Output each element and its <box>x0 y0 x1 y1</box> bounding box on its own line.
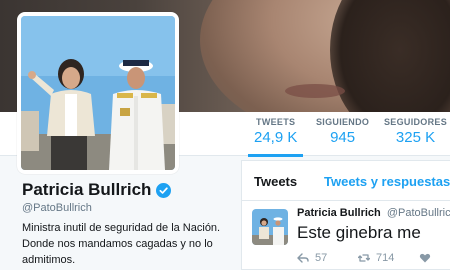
retweet-button[interactable]: 714 <box>358 252 394 264</box>
avatar-photo <box>21 16 175 170</box>
tweet-item[interactable]: Patricia Bullrich @PatoBullrich Este gin… <box>242 202 450 270</box>
timeline: Tweets Tweets y respuestas Patricia Bull… <box>241 160 450 270</box>
tweet-author-handle[interactable]: @PatoBullrich <box>387 207 450 219</box>
bio-line: Ministra inutil de seguridad de la Nació… <box>22 222 221 234</box>
stat-label: TWEETS <box>256 117 296 127</box>
profile-name[interactable]: Patricia Bullrich <box>22 180 151 200</box>
tab-tweets-and-replies[interactable]: Tweets y respuestas <box>324 174 450 189</box>
stat-followers[interactable]: SEGUIDORES 325 K <box>384 117 447 146</box>
bio-line: admitimos. <box>22 254 76 266</box>
profile-bio: Ministra inutil de seguridad de la Nació… <box>22 220 234 268</box>
reply-count: 57 <box>315 252 328 264</box>
tweet-avatar-photo <box>252 209 288 245</box>
tweet-text: Este ginebra me <box>297 223 421 242</box>
verified-badge-icon <box>156 182 172 198</box>
tweet-author-name[interactable]: Patricia Bullrich <box>297 207 381 219</box>
stat-label: SIGUIENDO <box>316 117 370 127</box>
profile-name-row: Patricia Bullrich <box>22 180 172 200</box>
stat-value: 24,9 K <box>254 129 298 146</box>
tweet-actions: 57 714 <box>297 252 450 268</box>
retweet-icon <box>358 254 370 262</box>
stat-following[interactable]: SIGUIENDO 945 <box>316 117 369 146</box>
stat-label: SEGUIDORES <box>384 117 448 127</box>
profile-handle[interactable]: @PatoBullrich <box>22 202 92 214</box>
stat-value: 325 K <box>395 129 436 146</box>
stat-value: 945 <box>330 129 356 146</box>
reply-button[interactable]: 57 <box>297 252 327 264</box>
tweet-avatar[interactable] <box>252 209 288 245</box>
reply-icon <box>297 253 309 263</box>
tweet-header: Patricia Bullrich @PatoBullrich <box>297 207 450 219</box>
retweet-count: 714 <box>376 252 395 264</box>
bio-line: Donde nos mandamos cagadas y no lo <box>22 238 213 250</box>
stat-tweets[interactable]: TWEETS 24,9 K <box>247 117 304 157</box>
heart-icon <box>419 253 431 263</box>
banner-hair-shape <box>330 0 450 112</box>
tab-tweets[interactable]: Tweets <box>254 174 297 189</box>
timeline-tabs: Tweets Tweets y respuestas <box>242 161 450 201</box>
banner-lip-shape <box>285 84 345 98</box>
like-button[interactable] <box>419 252 437 264</box>
profile-avatar[interactable] <box>17 12 179 174</box>
